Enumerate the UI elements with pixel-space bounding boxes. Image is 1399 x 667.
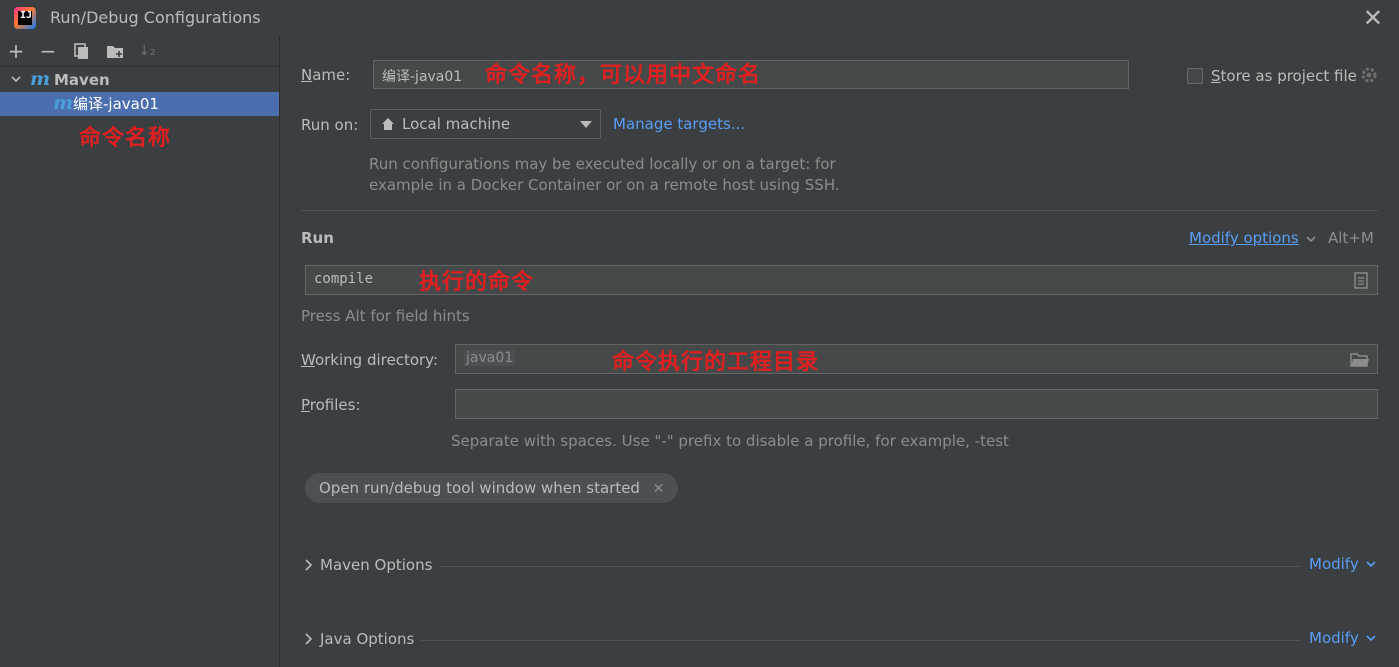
run-section-title: Run [301,229,334,247]
remove-icon[interactable]: − [37,40,59,62]
add-icon[interactable]: + [5,40,27,62]
run-on-value: Local machine [402,115,511,133]
run-on-label: Run on: [301,116,359,134]
chevron-right-icon[interactable] [302,558,314,572]
maven-options-section[interactable]: Maven Options [320,556,432,574]
profiles-input[interactable] [455,389,1378,419]
field-hints-text: Press Alt for field hints [301,307,470,325]
gear-icon[interactable] [1360,66,1378,84]
store-as-project-checkbox[interactable] [1187,68,1203,84]
manage-targets-link[interactable]: Manage targets... [613,115,745,133]
name-input-value: 编译-java01 [382,69,463,85]
chevron-down-icon[interactable] [1365,558,1377,570]
run-on-hint-line2: example in a Docker Container or on a re… [369,176,840,194]
working-directory-input[interactable]: java01 [455,344,1378,374]
config-editor: Name: 编译-java01 命令名称，可以用中文命名 Store as pr… [280,36,1399,667]
chip-close-icon[interactable]: ✕ [653,481,665,497]
chevron-down-icon[interactable] [1365,632,1377,644]
divider [440,566,1300,567]
divider [421,640,1300,641]
maven-config-icon: m [53,92,74,114]
name-annotation: 命令名称，可以用中文命名 [485,63,762,88]
run-on-select[interactable]: Local machine [370,109,601,139]
sort-icon[interactable]: ↓₂ [136,40,158,62]
tree-group-label: Maven [54,71,110,89]
tree-group-maven[interactable]: m Maven [0,68,279,92]
home-icon [380,116,396,132]
profiles-label: Profiles: [301,396,361,414]
tree-annotation: 命令名称 [79,126,172,151]
java-options-modify-link[interactable]: Modify [1309,629,1359,647]
run-on-hint-line1: Run configurations may be executed local… [369,155,836,173]
copy-icon[interactable] [70,40,92,62]
open-tool-window-chip[interactable]: Open run/debug tool window when started … [305,473,679,503]
new-folder-icon[interactable] [104,40,126,62]
tree-item-label: 编译-java01 [73,95,159,113]
chip-label: Open run/debug tool window when started [319,479,640,497]
working-directory-annotation: 命令执行的工程目录 [612,350,820,375]
tree-toolbar: + − ↓₂ [0,36,279,67]
dropdown-arrow-icon [580,121,592,129]
modify-options-link[interactable]: Modify options [1189,229,1299,247]
intellij-app-icon: IJ [14,7,36,29]
command-line-value: compile [314,271,374,287]
maven-icon: m [30,68,51,90]
title-bar: IJ Run/Debug Configurations ✕ [0,0,1399,36]
store-as-project-label[interactable]: Store as project file [1211,67,1357,85]
working-directory-label: Working directory: [301,351,439,369]
close-icon[interactable]: ✕ [1363,6,1383,30]
name-label: Name: [301,66,351,84]
java-options-section[interactable]: Java Options [320,630,414,648]
config-tree-panel: + − ↓₂ m Maven m 编译-java01 命令名称 [0,36,280,667]
tree-item-config[interactable]: m 编译-java01 [0,92,279,116]
expand-editor-icon[interactable] [1354,272,1368,289]
folder-icon[interactable] [1350,351,1370,368]
window-title: Run/Debug Configurations [50,8,261,27]
chevron-down-icon[interactable] [10,68,22,92]
chevron-right-icon[interactable] [302,632,314,646]
divider [301,210,1378,211]
working-directory-value: java01 [464,350,516,366]
maven-options-modify-link[interactable]: Modify [1309,555,1359,573]
modify-options-shortcut: Alt+M [1328,229,1374,247]
chevron-down-icon[interactable] [1305,233,1317,245]
profiles-hint: Separate with spaces. Use "-" prefix to … [451,432,1009,450]
command-annotation: 执行的命令 [419,270,535,295]
